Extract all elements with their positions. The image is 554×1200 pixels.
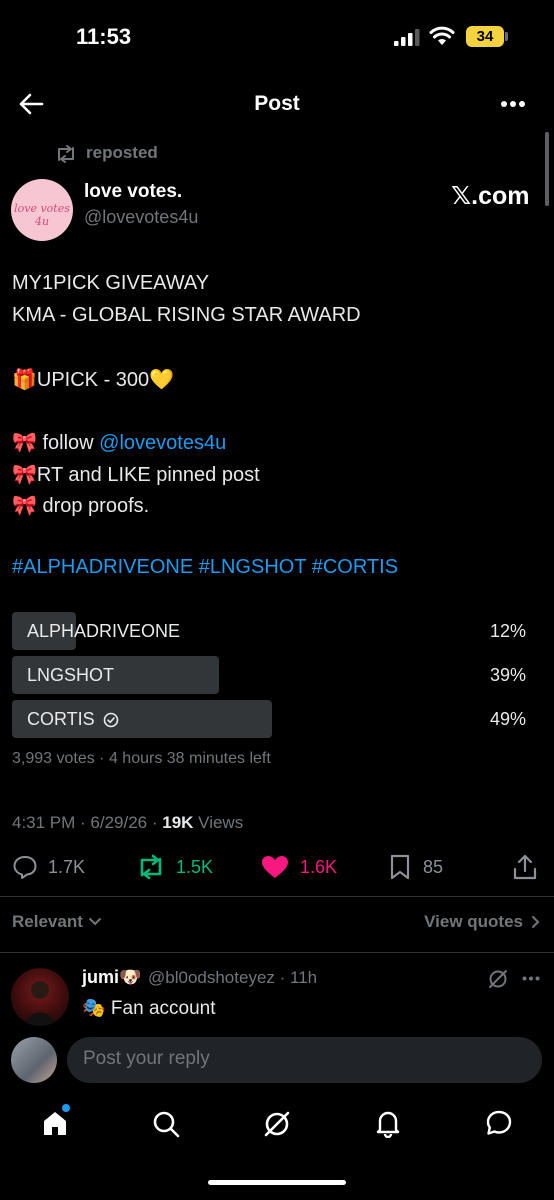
repost-small-icon [55,145,77,163]
poll-option-text: LNGSHOT [27,665,115,685]
mention-link[interactable]: @lovevotes4u [99,432,226,454]
battery-nub [505,32,508,41]
poll-option-label: CORTIS [27,709,119,730]
reply-input-placeholder[interactable]: Post your reply [83,1048,210,1070]
scrollbar[interactable] [545,132,549,206]
chevron-right-icon [531,915,540,929]
poll-option-label: ALPHADRIVEONE [27,621,180,642]
views-label: Views [193,813,244,832]
grok-icon[interactable] [262,1109,292,1139]
home-icon[interactable] [40,1108,70,1138]
divider [0,896,554,897]
reply-handle-time[interactable]: @bl0odshoteyez · 11h [148,968,317,988]
poll-option-percent: 39% [489,665,526,685]
poll-meta: 3,993 votes · 4 hours 38 minutes left [12,750,271,767]
post-text-line-1: MY1PICK GIVEAWAY [12,272,210,294]
reply-text: 🎭 Fan account [82,998,216,1019]
repost-label: reposted [86,143,158,162]
author-display-name[interactable]: love votes. [84,181,182,203]
follow-text: 🎀 follow [12,432,100,454]
post-timestamp: 4:31 PM · 6/29/26 · 19K Views [12,813,243,833]
sort-label: Relevant [12,912,83,931]
bookmark-button[interactable]: 85 [389,854,443,880]
repost-icon [136,854,166,880]
view-quotes-link[interactable]: View quotes [424,912,540,932]
more-horizontal-icon[interactable] [500,100,526,108]
avatar[interactable]: love votes 4u [11,179,73,241]
grok-small-icon[interactable] [487,968,509,990]
notification-dot [62,1104,70,1112]
notifications-icon[interactable] [373,1108,403,1138]
views-count[interactable]: 19K [162,813,193,832]
divider [0,952,554,953]
my-avatar[interactable] [11,1037,57,1083]
reply-more-icon[interactable] [522,976,540,981]
like-count: 1.6K [300,856,338,877]
reply-avatar[interactable] [11,968,69,1026]
chevron-down-icon [88,917,102,927]
post-text-line-3: 🎁UPICK - 300💛 [12,369,175,391]
page-title: Post [254,92,300,115]
avatar-logo-text: love votes 4u [14,202,70,228]
author-handle[interactable]: @lovevotes4u [84,207,198,228]
messages-icon[interactable] [484,1108,514,1138]
poll-option-percent: 49% [489,709,526,729]
battery-level: 34 [466,26,504,47]
poll-option-percent: 12% [489,621,526,641]
time-date: 4:31 PM · 6/29/26 · [12,813,163,832]
reply-count: 1.7K [48,856,86,877]
share-icon[interactable] [512,853,538,881]
reply-button[interactable]: 1.7K [12,854,85,880]
sort-relevant-button[interactable]: Relevant [12,912,102,932]
heart-icon [260,854,290,880]
repost-count: 1.5K [176,856,214,877]
reply-icon [12,854,38,880]
search-icon[interactable] [151,1109,181,1139]
hashtags-link[interactable]: #ALPHADRIVEONE #LNGSHOT #CORTIS [12,556,398,579]
like-button[interactable]: 1.6K [260,854,337,880]
poll-option-label: LNGSHOT [27,665,114,686]
post-text-line-6: 🎀 drop proofs. [12,495,150,517]
post-text-line-4: 🎀 follow @lovevotes4u [12,430,226,455]
source-badge: 𝕏.com [451,182,530,210]
view-quotes-label: View quotes [424,912,523,931]
repost-button[interactable]: 1.5K [136,854,213,880]
signal-icon [394,29,420,46]
reply-author-name[interactable]: jumi🐶 [82,967,141,988]
home-indicator [208,1180,346,1185]
check-circle-icon [103,712,119,728]
post-text-line-5: 🎀RT and LIKE pinned post [12,464,260,486]
post-text-line-2: KMA - GLOBAL RISING STAR AWARD [12,304,361,326]
status-time: 11:53 [76,24,132,49]
wifi-icon [429,26,455,46]
bookmark-icon [389,854,411,880]
poll-option-text: ALPHADRIVEONE [27,621,181,641]
bookmark-count: 85 [423,856,444,877]
poll-option-text: CORTIS [27,709,95,729]
